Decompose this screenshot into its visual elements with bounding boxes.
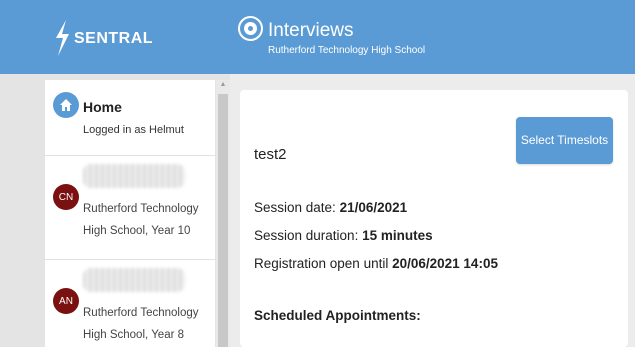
redacted-student-name	[83, 164, 185, 188]
sidebar-item-home[interactable]: Home Logged in as Helmut	[45, 80, 215, 156]
sidebar-item-student[interactable]: AN Rutherford Technology High School, Ye…	[45, 260, 215, 347]
sidebar: Home Logged in as Helmut CN Rutherford T…	[0, 74, 230, 347]
logo-text: SENTRAL	[74, 30, 154, 47]
logged-in-text: Logged in as Helmut	[83, 124, 184, 136]
scroll-up-icon[interactable]: ▲	[218, 80, 228, 90]
session-date: Session date: 21/06/2021	[254, 200, 407, 215]
sentral-logo-icon	[56, 20, 69, 56]
session-date-label: Session date:	[254, 200, 336, 215]
school-name: Rutherford Technology High School	[268, 45, 426, 56]
student-school: Rutherford Technology High School, Year …	[83, 203, 199, 237]
registration-label: Registration open until	[254, 256, 389, 271]
avatar: AN	[53, 288, 79, 314]
select-timeslots-button[interactable]: Select Timeslots	[516, 117, 613, 164]
avatar: CN	[53, 184, 79, 210]
home-title: Home	[83, 99, 122, 115]
sidebar-list: Home Logged in as Helmut CN Rutherford T…	[45, 80, 215, 347]
home-icon	[53, 92, 79, 118]
redacted-student-name	[83, 268, 185, 292]
session-date-value: 21/06/2021	[339, 200, 408, 215]
interviews-module-icon	[238, 16, 263, 41]
scrollbar-thumb[interactable]	[218, 94, 228, 347]
session-duration-value: 15 minutes	[362, 228, 433, 243]
registration-open: Registration open until 20/06/2021 14:05	[254, 256, 498, 271]
registration-value: 20/06/2021 14:05	[392, 256, 498, 271]
session-duration-label: Session duration:	[254, 228, 359, 243]
module-title: Interviews	[268, 20, 354, 41]
session-name: test2	[254, 146, 287, 163]
sidebar-item-student[interactable]: CN Rutherford Technology High School, Ye…	[45, 156, 215, 260]
student-school: Rutherford Technology High School, Year …	[83, 307, 199, 341]
session-duration: Session duration: 15 minutes	[254, 228, 433, 243]
app-header: SENTRAL Interviews Rutherford Technology…	[0, 0, 635, 74]
scheduled-appointments-heading: Scheduled Appointments:	[254, 308, 421, 323]
sentral-logo[interactable]: SENTRAL	[52, 17, 153, 59]
